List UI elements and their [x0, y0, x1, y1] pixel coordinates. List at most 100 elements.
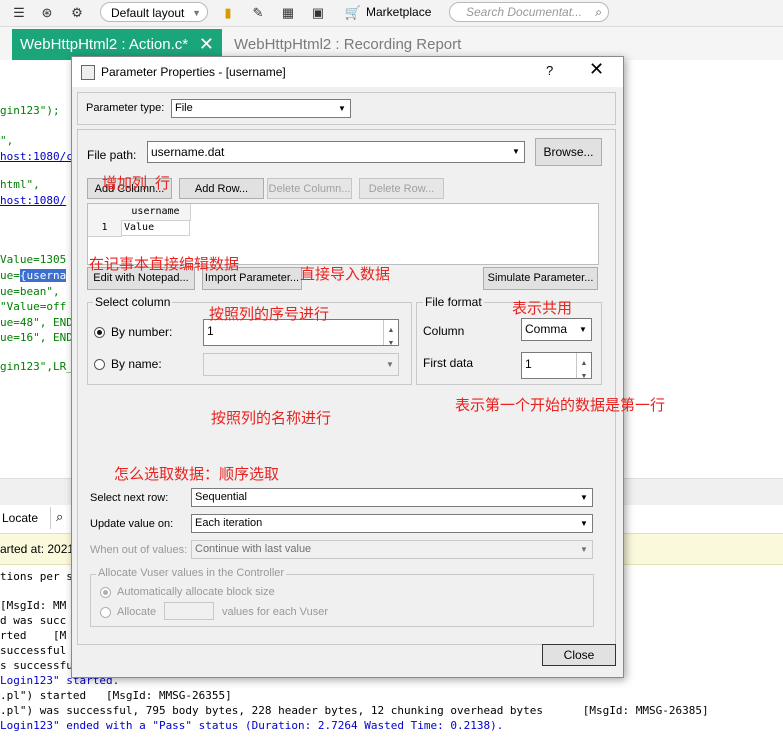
brush-icon[interactable]: ✎: [249, 4, 267, 22]
log-line: rted [M: [0, 629, 67, 642]
parameter-highlight: {userna: [19, 269, 67, 282]
tab-action-c-label: WebHttpHtml2 : Action.c*: [20, 36, 189, 53]
simulate-parameter-button[interactable]: Simulate Parameter...: [483, 267, 598, 290]
select-column-title: Select column: [93, 295, 173, 309]
select-next-row-label: Select next row:: [90, 492, 169, 504]
annotation-first-data: 表示第一个开始的数据是第一行: [455, 397, 666, 414]
by-number-radio[interactable]: [94, 327, 105, 338]
column-format-label: Column: [423, 324, 465, 338]
annotation-import-direct: 直接导入数据: [300, 266, 391, 283]
parameter-type-select[interactable]: File ▼: [171, 99, 351, 118]
first-data-value: 1: [525, 357, 532, 371]
window-icon[interactable]: ▣: [309, 4, 327, 22]
grid-corner: [88, 204, 122, 221]
allocate-radio: [100, 607, 111, 618]
file-path-label: File path:: [87, 148, 137, 162]
browse-button[interactable]: Browse...: [535, 138, 602, 166]
debug-icon[interactable]: ⊛: [38, 4, 56, 22]
spin-down-icon[interactable]: ▼: [576, 365, 591, 380]
auto-allocate-radio: [100, 587, 111, 598]
chevron-down-icon: ▼: [192, 8, 201, 18]
bookmark-icon[interactable]: ▮: [219, 4, 237, 22]
file-path-value: username.dat: [151, 145, 225, 159]
by-number-label: By number:: [111, 325, 173, 339]
search-icon[interactable]: ⌕: [56, 509, 63, 525]
column-delimiter-select[interactable]: Comma ▼: [521, 318, 592, 341]
update-value-select[interactable]: Each iteration ▼: [191, 514, 593, 533]
log-line: successful: [0, 644, 67, 657]
code-line: ue=bean",: [0, 285, 60, 298]
toolbar: ☰ ⊛ ⚙ Default layout ▼ ▮ ✎ ▦ ▣ 🛒 Marketp…: [0, 0, 783, 27]
grid-column-header[interactable]: username: [121, 204, 191, 221]
grid-icon[interactable]: ▦: [279, 4, 297, 22]
marketplace-link[interactable]: Marketplace: [366, 3, 431, 21]
log-line: .pl") started [MsgId: MMSG-26355]: [0, 689, 232, 702]
list-icon[interactable]: ☰: [10, 4, 28, 22]
delete-row-button: Delete Row...: [359, 178, 444, 199]
parameter-properties-dialog: Parameter Properties - [username] ? ✕ Pa…: [71, 56, 624, 678]
code-editor[interactable]: gin123"); ", host:1080/c html", host:108…: [0, 60, 86, 476]
code-line: host:1080/: [0, 194, 67, 207]
parameter-type-value: File: [175, 102, 193, 114]
first-data-spinner[interactable]: 1 ▲ ▼: [521, 352, 592, 380]
code-line: host:1080/c: [0, 150, 73, 163]
update-value-label: Update value on:: [90, 518, 174, 530]
spin-up-icon[interactable]: ▲: [576, 353, 591, 367]
file-settings-section: File path: username.dat ▼ Browse... Add …: [77, 129, 616, 645]
code-line: ue=: [0, 269, 20, 282]
allocate-count-input: [164, 602, 214, 620]
annotation-add-row: 行: [155, 175, 171, 192]
spin-up-icon[interactable]: ▲: [383, 320, 398, 334]
dialog-title: Parameter Properties - [username]: [101, 65, 286, 79]
add-row-button[interactable]: Add Row...: [179, 178, 264, 199]
out-of-values-label: When out of values:: [90, 544, 188, 556]
chevron-down-icon: ▼: [580, 519, 588, 528]
close-button[interactable]: Close: [542, 644, 616, 666]
parameter-type-label: Parameter type:: [86, 102, 165, 114]
out-of-values-select: Continue with last value ▼: [191, 540, 593, 559]
code-line: gin123");: [0, 104, 60, 117]
dialog-icon: [81, 65, 95, 80]
bug-icon[interactable]: ⚙: [68, 4, 86, 22]
search-icon[interactable]: ⌕: [595, 3, 602, 21]
annotation-by-name: 按照列的名称进行: [211, 410, 332, 427]
code-line: ",: [0, 134, 14, 147]
out-of-values-value: Continue with last value: [195, 543, 312, 555]
chevron-down-icon: ▼: [579, 325, 587, 334]
spin-down-icon[interactable]: ▼: [383, 332, 398, 347]
chevron-down-icon: ▼: [386, 360, 394, 369]
cart-icon: 🛒: [344, 5, 362, 20]
by-name-label: By name:: [111, 357, 162, 371]
help-button[interactable]: ?: [546, 63, 553, 78]
code-line: html",: [0, 178, 40, 191]
column-number-value: 1: [207, 324, 214, 338]
code-line: ue=48", END: [0, 316, 73, 329]
layout-combo-label: Default layout: [111, 6, 185, 20]
by-name-radio[interactable]: [94, 359, 105, 370]
log-line: d was succ: [0, 614, 67, 627]
delete-column-button: Delete Column...: [267, 178, 352, 199]
started-at-text: arted at: 2021: [0, 542, 75, 556]
close-icon[interactable]: ✕: [589, 59, 604, 80]
chevron-down-icon: ▼: [580, 545, 588, 554]
log-line: tions per s: [0, 570, 73, 583]
search-placeholder: Search Documentat...: [466, 5, 583, 19]
annotation-select-rule: 怎么选取数据：顺序选取: [114, 466, 280, 483]
file-path-combo[interactable]: username.dat ▼: [147, 141, 525, 163]
select-next-row-value: Sequential: [195, 491, 247, 503]
layout-combo[interactable]: Default layout ▼: [100, 2, 208, 22]
log-line: .pl") was successful, 795 body bytes, 22…: [0, 704, 709, 717]
dialog-titlebar[interactable]: Parameter Properties - [username] ? ✕: [72, 57, 623, 87]
annotation-add-column: 增加列: [102, 175, 148, 192]
chevron-down-icon: ▼: [338, 104, 346, 113]
chevron-down-icon: ▼: [580, 493, 588, 502]
annotation-edit-notepad: 在记事本直接编辑数据: [89, 256, 240, 273]
locate-button[interactable]: Locate: [0, 507, 51, 529]
code-line: ue=16", END: [0, 331, 73, 344]
auto-allocate-label: Automatically allocate block size: [117, 586, 275, 598]
grid-row-header: 1: [88, 220, 122, 237]
log-line: [MsgId: MM: [0, 599, 67, 612]
search-input[interactable]: Search Documentat... ⌕: [449, 2, 609, 22]
select-next-row-select[interactable]: Sequential ▼: [191, 488, 593, 507]
grid-cell[interactable]: Value: [121, 220, 190, 236]
